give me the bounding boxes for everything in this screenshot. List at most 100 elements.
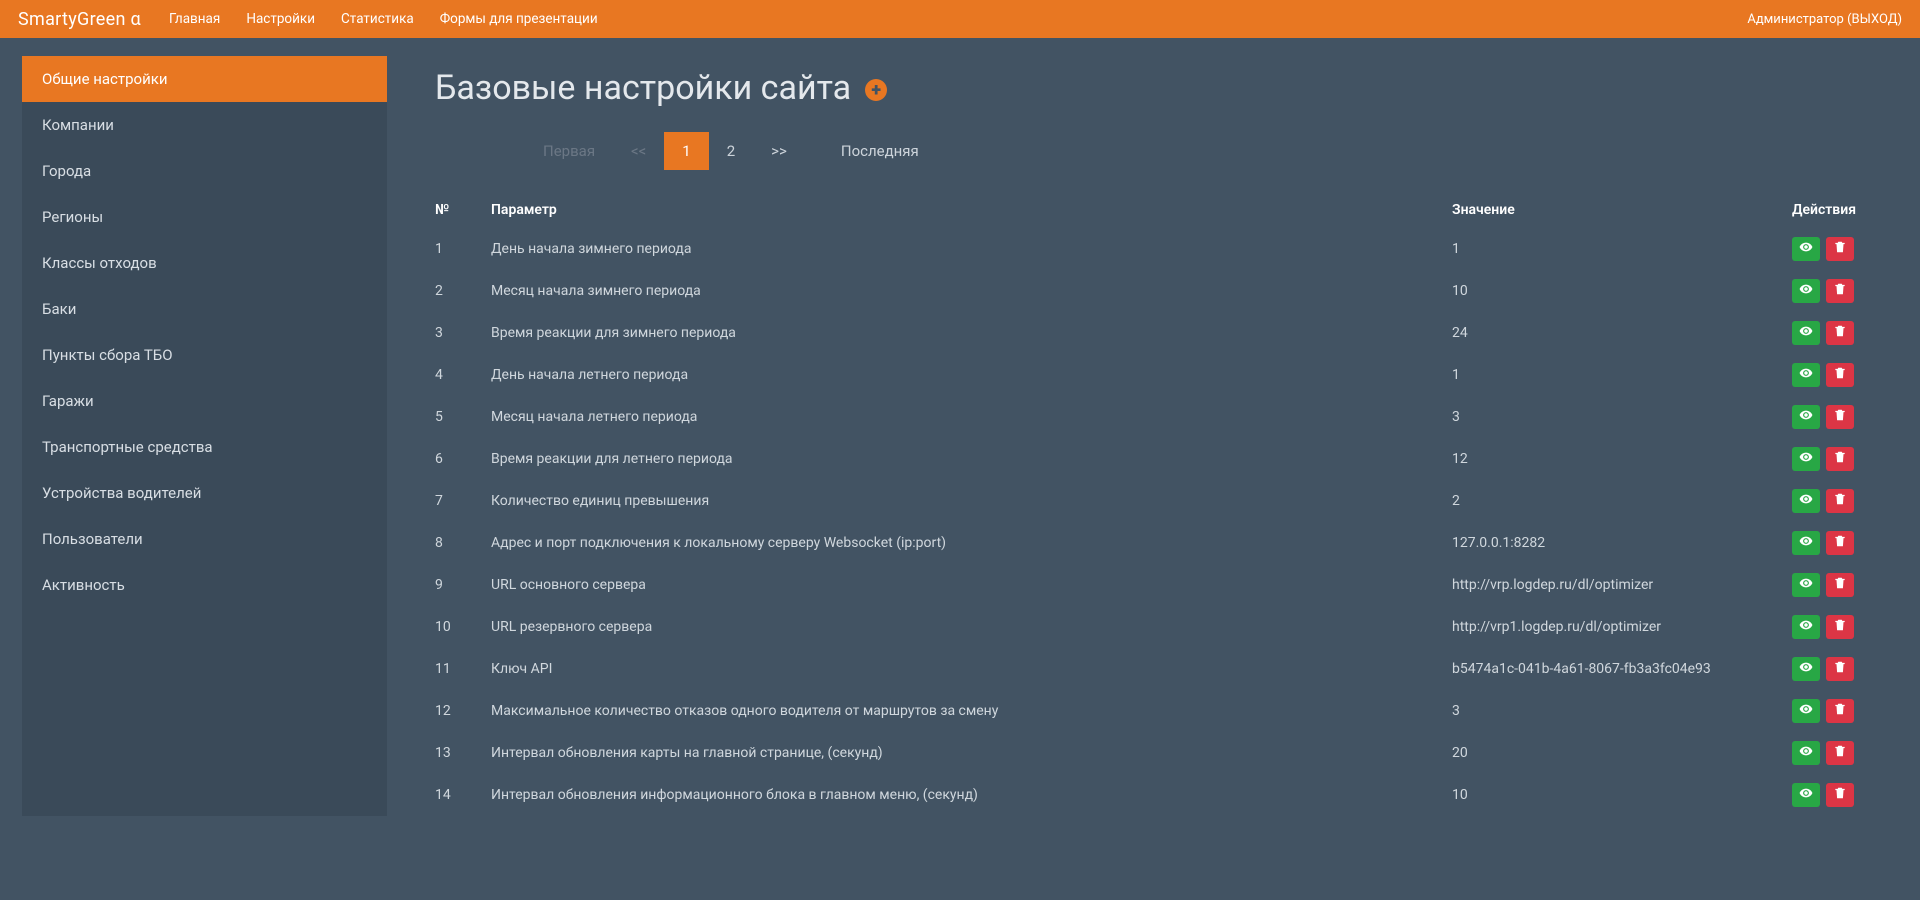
delete-button[interactable]	[1826, 489, 1854, 513]
table-header: № Параметр Значение Действия	[435, 192, 1872, 228]
trash-icon	[1833, 492, 1847, 510]
settings-table: № Параметр Значение Действия 1День начал…	[435, 192, 1872, 816]
view-button[interactable]	[1792, 741, 1820, 765]
table-row: 5Месяц начала летнего периода3	[435, 396, 1872, 438]
trash-icon	[1833, 786, 1847, 804]
page-1[interactable]: 1	[664, 132, 708, 170]
view-button[interactable]	[1792, 615, 1820, 639]
page-title: Базовые настройки сайта	[435, 68, 851, 108]
eye-icon	[1799, 366, 1813, 384]
table-row: 11Ключ APIb5474a1c-041b-4a61-8067-fb3a3f…	[435, 648, 1872, 690]
brand-logo[interactable]: SmartyGreen α	[18, 9, 141, 30]
cell-num: 6	[435, 451, 491, 467]
trash-icon	[1833, 660, 1847, 678]
page-2[interactable]: 2	[709, 132, 753, 170]
view-button[interactable]	[1792, 405, 1820, 429]
user-logout-link[interactable]: Администратор (ВЫХОД)	[1747, 12, 1902, 27]
sidebar-item-7[interactable]: Гаражи	[22, 378, 387, 424]
cell-param: Ключ API	[491, 661, 1452, 677]
topnav-stats[interactable]: Статистика	[341, 11, 414, 27]
cell-num: 10	[435, 619, 491, 635]
cell-param: Время реакции для летнего периода	[491, 451, 1452, 467]
eye-icon	[1799, 408, 1813, 426]
cell-num: 5	[435, 409, 491, 425]
eye-icon	[1799, 450, 1813, 468]
page-next[interactable]: >>	[753, 132, 805, 170]
table-row: 10URL резервного сервераhttp://vrp1.logd…	[435, 606, 1872, 648]
cell-value: 10	[1452, 787, 1792, 803]
view-button[interactable]	[1792, 489, 1820, 513]
sidebar-item-3[interactable]: Регионы	[22, 194, 387, 240]
eye-icon	[1799, 282, 1813, 300]
cell-value: 3	[1452, 703, 1792, 719]
trash-icon	[1833, 450, 1847, 468]
view-button[interactable]	[1792, 447, 1820, 471]
cell-param: Максимальное количество отказов одного в…	[491, 703, 1452, 719]
delete-button[interactable]	[1826, 363, 1854, 387]
sidebar-item-0[interactable]: Общие настройки	[22, 56, 387, 102]
trash-icon	[1833, 576, 1847, 594]
sidebar-item-11[interactable]: Активность	[22, 562, 387, 608]
view-button[interactable]	[1792, 531, 1820, 555]
view-button[interactable]	[1792, 237, 1820, 261]
topnav-settings[interactable]: Настройки	[246, 11, 315, 27]
cell-num: 9	[435, 577, 491, 593]
delete-button[interactable]	[1826, 447, 1854, 471]
table-row: 7Количество единиц превышения2	[435, 480, 1872, 522]
trash-icon	[1833, 534, 1847, 552]
view-button[interactable]	[1792, 363, 1820, 387]
cell-param: Месяц начала летнего периода	[491, 409, 1452, 425]
view-button[interactable]	[1792, 279, 1820, 303]
cell-param: URL основного сервера	[491, 577, 1452, 593]
sidebar-item-2[interactable]: Города	[22, 148, 387, 194]
eye-icon	[1799, 576, 1813, 594]
cell-num: 8	[435, 535, 491, 551]
delete-button[interactable]	[1826, 741, 1854, 765]
delete-button[interactable]	[1826, 531, 1854, 555]
view-button[interactable]	[1792, 321, 1820, 345]
sidebar-item-10[interactable]: Пользователи	[22, 516, 387, 562]
header-num: №	[435, 202, 491, 218]
trash-icon	[1833, 618, 1847, 636]
cell-num: 13	[435, 745, 491, 761]
cell-value: 1	[1452, 367, 1792, 383]
sidebar-item-8[interactable]: Транспортные средства	[22, 424, 387, 470]
main-content: Базовые настройки сайта Первая << 1 2 >>…	[387, 38, 1920, 816]
sidebar-item-9[interactable]: Устройства водителей	[22, 470, 387, 516]
cell-value: http://vrp.logdep.ru/dl/optimizer	[1452, 577, 1792, 593]
trash-icon	[1833, 366, 1847, 384]
topnav-forms[interactable]: Формы для презентации	[440, 11, 598, 27]
cell-num: 14	[435, 787, 491, 803]
trash-icon	[1833, 240, 1847, 258]
view-button[interactable]	[1792, 657, 1820, 681]
add-icon[interactable]	[865, 79, 887, 101]
delete-button[interactable]	[1826, 783, 1854, 807]
eye-icon	[1799, 660, 1813, 678]
delete-button[interactable]	[1826, 573, 1854, 597]
delete-button[interactable]	[1826, 657, 1854, 681]
sidebar-item-5[interactable]: Баки	[22, 286, 387, 332]
delete-button[interactable]	[1826, 615, 1854, 639]
cell-param: День начала летнего периода	[491, 367, 1452, 383]
delete-button[interactable]	[1826, 699, 1854, 723]
delete-button[interactable]	[1826, 237, 1854, 261]
table-row: 8Адрес и порт подключения к локальному с…	[435, 522, 1872, 564]
delete-button[interactable]	[1826, 279, 1854, 303]
view-button[interactable]	[1792, 699, 1820, 723]
cell-param: Адрес и порт подключения к локальному се…	[491, 535, 1452, 551]
cell-num: 12	[435, 703, 491, 719]
cell-param: URL резервного сервера	[491, 619, 1452, 635]
sidebar-item-4[interactable]: Классы отходов	[22, 240, 387, 286]
top-nav: Главная Настройки Статистика Формы для п…	[169, 11, 598, 27]
delete-button[interactable]	[1826, 405, 1854, 429]
sidebar-item-6[interactable]: Пункты сбора ТБО	[22, 332, 387, 378]
view-button[interactable]	[1792, 783, 1820, 807]
view-button[interactable]	[1792, 573, 1820, 597]
delete-button[interactable]	[1826, 321, 1854, 345]
eye-icon	[1799, 534, 1813, 552]
cell-num: 4	[435, 367, 491, 383]
sidebar-item-1[interactable]: Компании	[22, 102, 387, 148]
trash-icon	[1833, 324, 1847, 342]
topnav-home[interactable]: Главная	[169, 11, 220, 27]
page-last[interactable]: Последняя	[823, 132, 937, 170]
